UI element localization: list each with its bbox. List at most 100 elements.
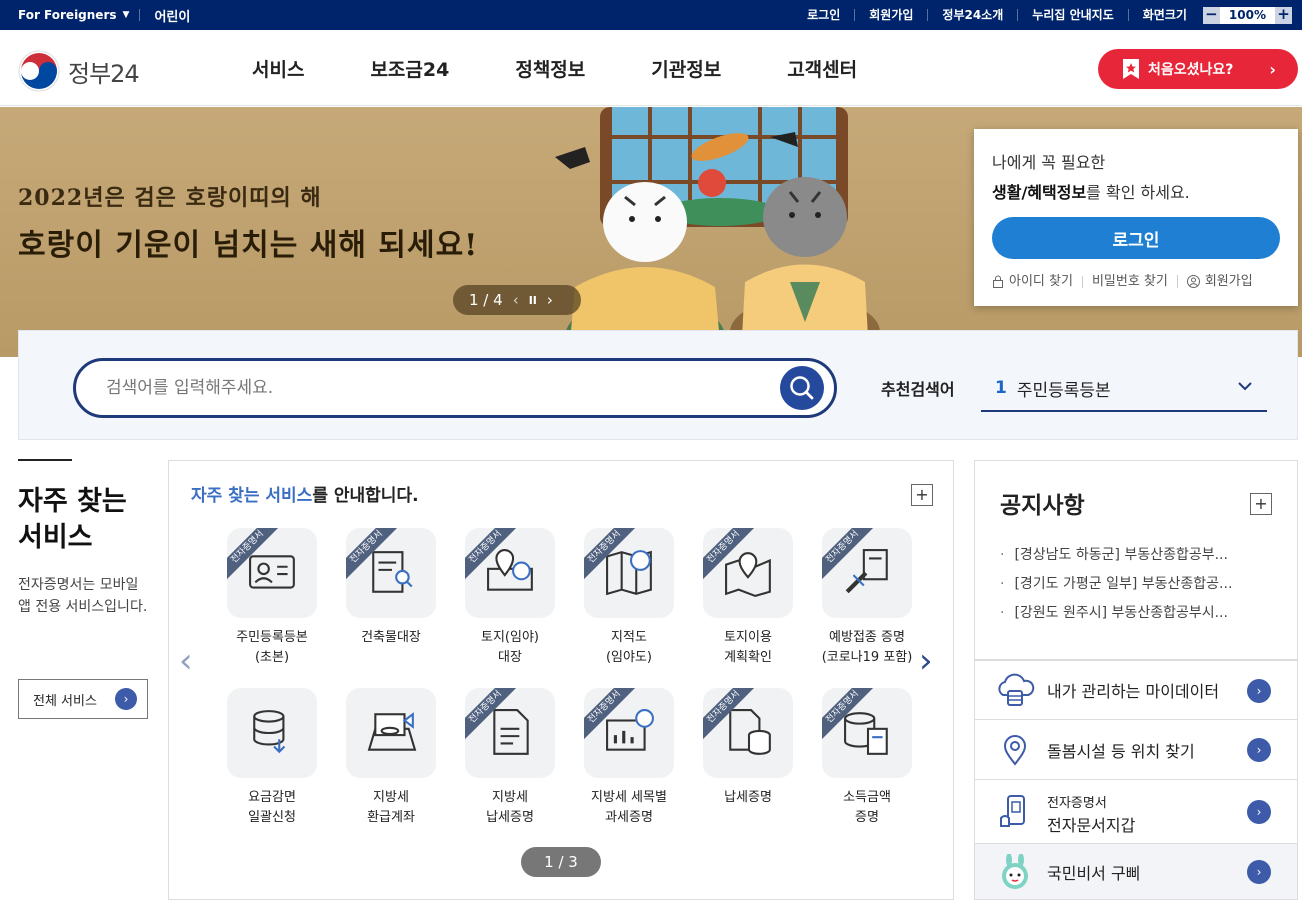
bookmark-star-icon: [1123, 59, 1139, 79]
service-item[interactable]: 전자증명서토지(임야) 대장: [455, 528, 565, 668]
quick-link-mydata[interactable]: 내가 관리하는 마이데이터 ›: [974, 660, 1298, 720]
service-item[interactable]: 전자증명서 지방세 납세증명: [455, 688, 565, 828]
service-label: 토지(임야) 대장: [481, 630, 539, 665]
find-id-link[interactable]: 아이디 찾기: [992, 275, 1082, 288]
notice-item[interactable]: · [강원도 원주시] 부동산종합공부시...: [1000, 599, 1290, 628]
land-use-icon: [725, 552, 771, 598]
zoom-out-button[interactable]: −: [1202, 6, 1220, 24]
for-foreigners-dropdown[interactable]: For Foreigners ▼: [18, 8, 129, 22]
service-item[interactable]: 전자증명서주민등록등본 (초본): [217, 528, 327, 668]
service-item[interactable]: 전자증명서건축물대장: [336, 528, 446, 648]
login-link[interactable]: 로그인: [793, 9, 854, 21]
services-more-button[interactable]: +: [911, 484, 933, 506]
cadastral-map-icon: [606, 550, 652, 596]
notice-title: 공지사항: [1000, 493, 1085, 519]
gubbi-mascot-icon: [1002, 854, 1028, 889]
taegeuk-logo-icon: [18, 50, 60, 92]
service-tile[interactable]: 전자증명서: [703, 688, 793, 778]
service-tile[interactable]: [227, 688, 317, 778]
first-visit-label: 처음오셨나요?: [1148, 62, 1234, 78]
zoom-in-button[interactable]: +: [1275, 6, 1292, 24]
all-services-label: 전체 서비스: [33, 693, 97, 709]
notice-item[interactable]: · [경상남도 하동군] 부동산종합공부...: [1000, 541, 1290, 570]
sitemap-link[interactable]: 누리집 안내지도: [1017, 9, 1127, 21]
caret-down-icon: ▼: [122, 10, 130, 20]
service-tile[interactable]: [346, 688, 436, 778]
service-label: 주민등록등본 (초본): [236, 630, 308, 665]
login-button[interactable]: 로그인: [992, 217, 1280, 259]
doc-database-icon: [729, 709, 771, 755]
notice-item[interactable]: · [경기도 가평군 일부] 부동산종합공...: [1000, 570, 1290, 599]
quick-link-care-location[interactable]: 돌봄시설 등 위치 찾기 ›: [974, 720, 1298, 780]
recommended-term[interactable]: 주민등록등본: [1017, 376, 1111, 401]
about-link[interactable]: 정부24소개: [927, 9, 1017, 21]
utility-bar: For Foreigners ▼ 어린이 로그인 회원가입 정부24소개 누리집…: [0, 0, 1302, 30]
signup-card-label: 회원가입: [1204, 273, 1253, 289]
service-tile[interactable]: 전자증명서: [346, 528, 436, 618]
service-item[interactable]: 전자증명서 지방세 세목별 과세증명: [574, 688, 684, 828]
main-nav: 서비스 보조금24 정책정보 기관정보 고객센터: [252, 30, 923, 106]
nav-subsidy[interactable]: 보조금24: [370, 55, 449, 82]
banner-subtitle: 2022년은 검은 호랑이띠의 해: [18, 185, 322, 211]
quick-link-gubbi[interactable]: 국민비서 구삐 ›: [974, 844, 1298, 900]
service-tile[interactable]: 전자증명서: [822, 688, 912, 778]
notice-panel: 공지사항 + · [경상남도 하동군] 부동산종합공부... · [경기도 가평군 …: [974, 460, 1298, 660]
nav-policy[interactable]: 정책정보: [515, 55, 585, 82]
gov24-logo[interactable]: 정부24: [18, 50, 140, 92]
service-item[interactable]: 전자증명서 토지이용 계획확인: [693, 528, 803, 668]
chevron-down-icon: [1238, 382, 1252, 391]
service-item[interactable]: 요금감면 일괄신청: [217, 688, 327, 828]
recommended-search-label: 추천검색어: [881, 380, 955, 399]
service-tile[interactable]: 전자증명서: [465, 688, 555, 778]
notice-more-button[interactable]: +: [1250, 493, 1272, 515]
service-label: 납세증명: [724, 790, 772, 805]
signup-card-link[interactable]: 회원가입: [1176, 273, 1262, 289]
banner-next-icon[interactable]: ›: [547, 291, 553, 309]
logo-text: 정부24: [68, 59, 140, 88]
quick-link-wallet[interactable]: 전자증명서 전자문서지갑 ›: [974, 780, 1298, 844]
arrow-right-icon: ›: [1247, 860, 1271, 884]
service-item[interactable]: 전자증명서 소득금액 증명: [812, 688, 922, 828]
banner-title: 호랑이 기운이 넘치는 새해 되세요!: [18, 228, 479, 263]
service-tile[interactable]: 전자증명서: [465, 528, 555, 618]
recommended-search-dropdown[interactable]: 1 주민등록등본: [981, 366, 1267, 412]
arrow-right-icon: ›: [115, 688, 137, 710]
main-header: 정부24 서비스 보조금24 정책정보 기관정보 고객센터 처음오셨나요? ›: [0, 30, 1302, 106]
signup-link[interactable]: 회원가입: [854, 9, 927, 21]
first-visit-button[interactable]: 처음오셨나요? ›: [1098, 49, 1298, 89]
service-tile[interactable]: 전자증명서: [584, 528, 674, 618]
search-area: 추천검색어 1 주민등록등본: [18, 330, 1298, 440]
service-tile[interactable]: 전자증명서: [227, 528, 317, 618]
cloud-data-icon: [998, 673, 1035, 706]
nav-service[interactable]: 서비스: [252, 55, 304, 82]
service-item[interactable]: 전자증명서지적도 (임야도): [574, 528, 684, 668]
login-card-message-1: 나에게 꼭 필요한: [992, 153, 1106, 172]
service-tile[interactable]: 전자증명서: [822, 528, 912, 618]
services-heading-highlight: 자주 찾는 서비스: [191, 486, 313, 506]
service-label: 건축물대장: [361, 630, 421, 645]
service-label: 지적도 (임야도): [605, 630, 653, 665]
recommended-rank: 1: [995, 378, 1007, 398]
all-services-button[interactable]: 전체 서비스 ›: [18, 679, 148, 719]
arrow-right-icon: ›: [1247, 738, 1271, 762]
user-circle-icon: [1186, 275, 1200, 288]
search-button[interactable]: [780, 366, 824, 410]
service-item[interactable]: 전자증명서 예방접종 증명 (코로나19 포함): [812, 528, 922, 668]
service-item[interactable]: 전자증명서납세증명: [693, 688, 803, 808]
nav-agency[interactable]: 기관정보: [651, 55, 721, 82]
resident-card-icon: [249, 555, 295, 589]
lock-icon: [993, 275, 1003, 288]
services-prev-button[interactable]: ‹: [179, 641, 193, 681]
kids-link[interactable]: 어린이: [154, 6, 190, 25]
find-password-link[interactable]: 비밀번호 찾기: [1081, 275, 1177, 288]
nav-customer-center[interactable]: 고객센터: [787, 55, 857, 82]
service-tile[interactable]: 전자증명서: [703, 528, 793, 618]
search-input[interactable]: [106, 375, 746, 401]
service-item[interactable]: 지방세 환급계좌: [336, 688, 446, 828]
banner-prev-icon[interactable]: ‹: [513, 291, 519, 309]
frequent-services-title: 자주 찾는 서비스: [18, 484, 158, 556]
login-card: 나에게 꼭 필요한 생활/혜택정보를 확인 하세요. 로그인 아이디 찾기 비밀…: [974, 129, 1298, 306]
service-tile[interactable]: 전자증명서: [584, 688, 674, 778]
banner-pager: 1 / 4 ‹ II ›: [453, 285, 581, 315]
banner-pause-icon[interactable]: II: [529, 294, 537, 307]
